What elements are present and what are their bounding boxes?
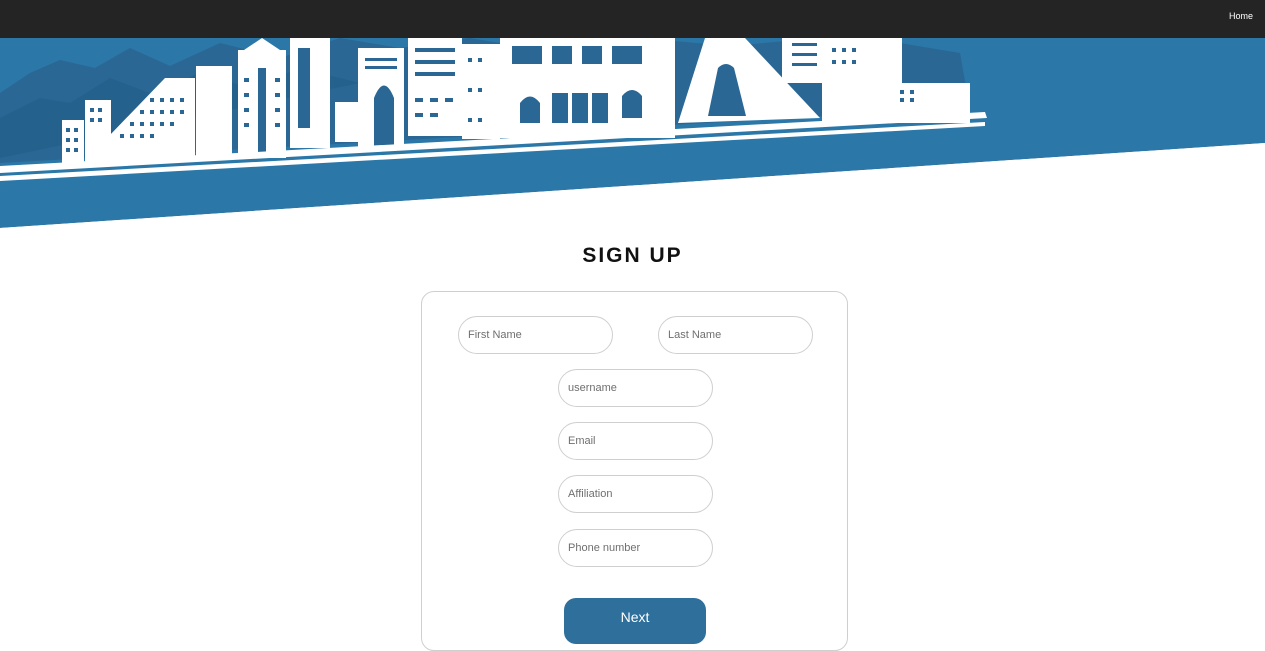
email-input[interactable] [558,422,713,460]
last-name-input[interactable] [658,316,813,354]
first-name-input[interactable] [458,316,613,354]
next-button[interactable]: Next [564,598,706,644]
phone-number-input[interactable] [558,529,713,567]
affiliation-input[interactable] [558,475,713,513]
city-skyline-banner [0,38,1265,233]
username-input[interactable] [558,369,713,407]
page-title: SIGN UP [582,244,683,267]
signup-form-card: Next [421,291,848,651]
top-nav-bar: Home [0,0,1265,38]
nav-home-link[interactable]: Home [1229,11,1253,21]
